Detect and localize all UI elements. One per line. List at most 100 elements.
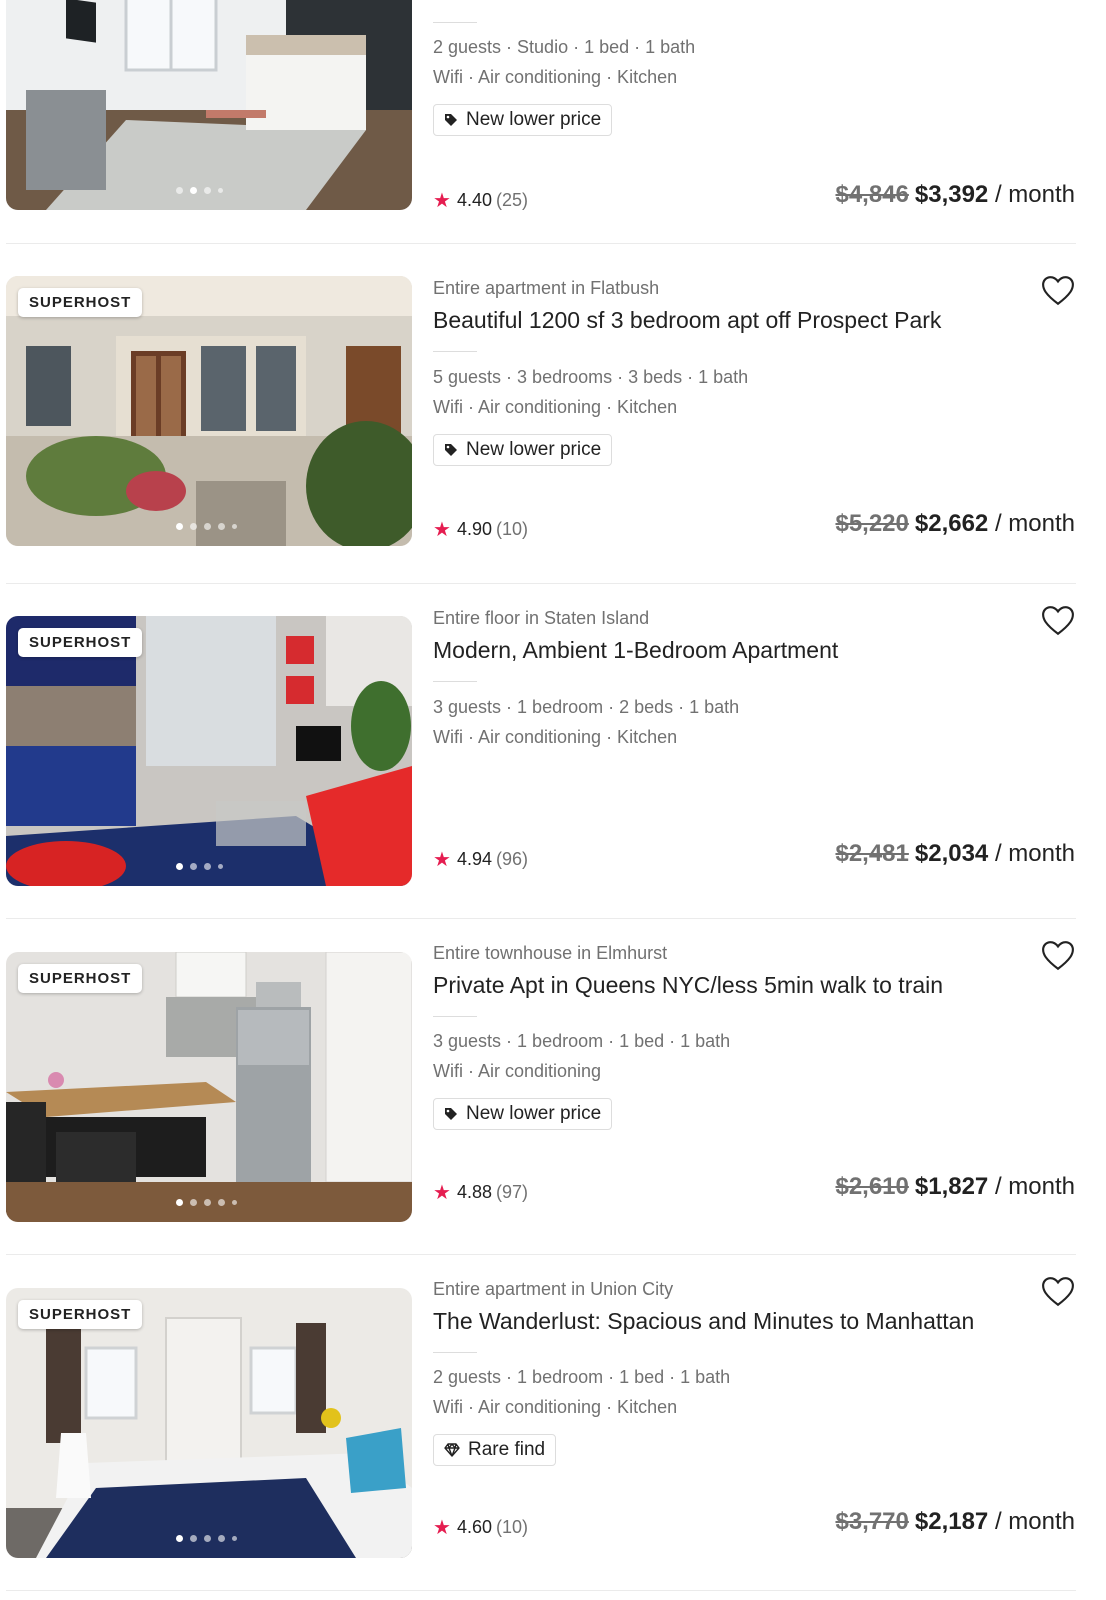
listing-rating: ★ 4.40 (25) [433,188,528,213]
amenities-info: Wifi · Air conditioning [433,1061,602,1081]
favorite-heart-icon[interactable] [1041,939,1075,973]
promo-tag: New lower price [433,1098,613,1130]
promo-tag: Rare find [433,1434,557,1466]
superhost-badge: SUPERHOST [18,1300,143,1329]
listing-photo[interactable]: SUPERHOST [6,1288,412,1558]
listing-title[interactable]: Beautiful 1200 sf 3 bedroom apt off Pros… [433,307,941,334]
carousel-dot[interactable] [232,1536,237,1541]
bedroom-photo-image [6,0,412,210]
listing-title[interactable]: The Wanderlust: Spacious and Minutes to … [433,1308,974,1335]
carousel-dot[interactable] [176,1535,183,1542]
listing-photo[interactable]: SUPERHOST [6,276,412,546]
title-divider [433,351,477,352]
carousel-dot[interactable] [190,1199,197,1206]
photo-carousel-dots[interactable] [176,863,223,870]
title-divider [433,22,477,23]
listing-details: 2 guests · 1 bedroom · 1 bed · 1 bath Wi… [433,1362,730,1422]
original-price: $4,846 [835,181,909,208]
carousel-dot[interactable] [218,1199,225,1206]
carousel-dot[interactable] [232,1200,237,1205]
promo-tag-label: New lower price [466,109,602,130]
price-period: / month [988,1173,1075,1200]
listing-separator [6,583,1076,584]
amenities-info: Wifi · Air conditioning · Kitchen [433,727,678,747]
star-icon: ★ [433,849,451,871]
carousel-dot[interactable] [176,863,183,870]
discounted-price: $2,187 [914,1508,989,1535]
review-count: (96) [495,849,528,869]
title-divider [433,1016,477,1017]
promo-tag-label: New lower price [466,439,602,460]
listing-separator [6,1590,1076,1591]
carousel-dot[interactable] [204,187,211,194]
listing-details: 5 guests · 3 bedrooms · 3 beds · 1 bath … [433,362,748,422]
carousel-dot[interactable] [190,863,197,870]
listing-title[interactable]: Private Apt in Queens NYC/less 5min walk… [433,972,943,999]
promo-tag-label: New lower price [466,1103,602,1124]
rating-value: 4.88 [456,1182,492,1202]
price-period: / month [988,181,1075,208]
guest-room-info: 5 guests · 3 bedrooms · 3 beds · 1 bath [433,367,749,387]
original-price: $2,610 [835,1173,909,1200]
photo-carousel-dots[interactable] [176,187,223,194]
carousel-dot[interactable] [218,523,225,530]
price-tag-icon [444,443,458,457]
listing-rating: ★ 4.90 (10) [433,517,528,542]
favorite-heart-icon[interactable] [1041,274,1075,308]
photo-carousel-dots[interactable] [176,523,237,530]
listing-photo[interactable]: SUPERHOST [6,616,412,886]
star-icon: ★ [433,519,451,541]
rating-value: 4.60 [456,1517,492,1537]
guest-room-info: 2 guests · 1 bedroom · 1 bed · 1 bath [433,1367,731,1387]
promo-tag-label: Rare find [468,1439,546,1460]
listing-rating: ★ 4.94 (96) [433,847,528,872]
carousel-dot[interactable] [218,864,223,869]
superhost-badge: SUPERHOST [18,288,143,317]
listing-price: $4,846 $3,392 / month [835,181,1075,209]
listing-details: 3 guests · 1 bedroom · 1 bed · 1 bath Wi… [433,1026,730,1086]
favorite-heart-icon[interactable] [1041,604,1075,638]
carousel-dot[interactable] [204,1199,211,1206]
listing-separator [6,1254,1076,1255]
carousel-dot[interactable] [204,1535,211,1542]
guest-room-info: 3 guests · 1 bedroom · 1 bed · 1 bath [433,1031,731,1051]
guest-room-info: 3 guests · 1 bedroom · 2 beds · 1 bath [433,697,740,717]
listing-price: $3,770 $2,187 / month [835,1508,1075,1536]
carousel-dot[interactable] [176,523,183,530]
carousel-dot[interactable] [232,524,237,529]
carousel-dot[interactable] [176,1199,183,1206]
review-count: (10) [495,1517,528,1537]
listing-separator [6,243,1076,244]
carousel-dot[interactable] [190,187,197,194]
original-price: $3,770 [835,1508,909,1535]
title-divider [433,681,477,682]
carousel-dot[interactable] [190,523,197,530]
carousel-dot[interactable] [218,188,223,193]
diamond-icon [444,1443,460,1457]
listing-photo[interactable]: SUPERHOST [6,952,412,1222]
amenities-info: Wifi · Air conditioning · Kitchen [433,1397,678,1417]
price-period: / month [988,1508,1075,1535]
carousel-dot[interactable] [190,1535,197,1542]
price-tag-icon [444,1107,458,1121]
carousel-dot[interactable] [204,523,211,530]
photo-carousel-dots[interactable] [176,1199,237,1206]
listing-subtitle: Entire townhouse in Elmhurst [433,943,668,963]
price-tag-icon [444,113,458,127]
star-icon: ★ [433,1182,451,1204]
amenities-info: Wifi · Air conditioning · Kitchen [433,397,678,417]
price-period: / month [988,840,1075,867]
listing-subtitle: Entire apartment in Flatbush [433,278,660,298]
carousel-dot[interactable] [204,863,211,870]
listing-details: 3 guests · 1 bedroom · 2 beds · 1 bath W… [433,692,739,752]
listing-title[interactable]: Modern, Ambient 1-Bedroom Apartment [433,637,838,664]
price-period: / month [988,510,1075,537]
carousel-dot[interactable] [218,1535,225,1542]
photo-carousel-dots[interactable] [176,1535,237,1542]
title-divider [433,1352,477,1353]
favorite-heart-icon[interactable] [1041,1275,1075,1309]
review-count: (25) [495,190,528,210]
carousel-dot[interactable] [176,187,183,194]
listing-price: $2,610 $1,827 / month [835,1173,1075,1201]
listing-photo[interactable] [6,0,412,210]
